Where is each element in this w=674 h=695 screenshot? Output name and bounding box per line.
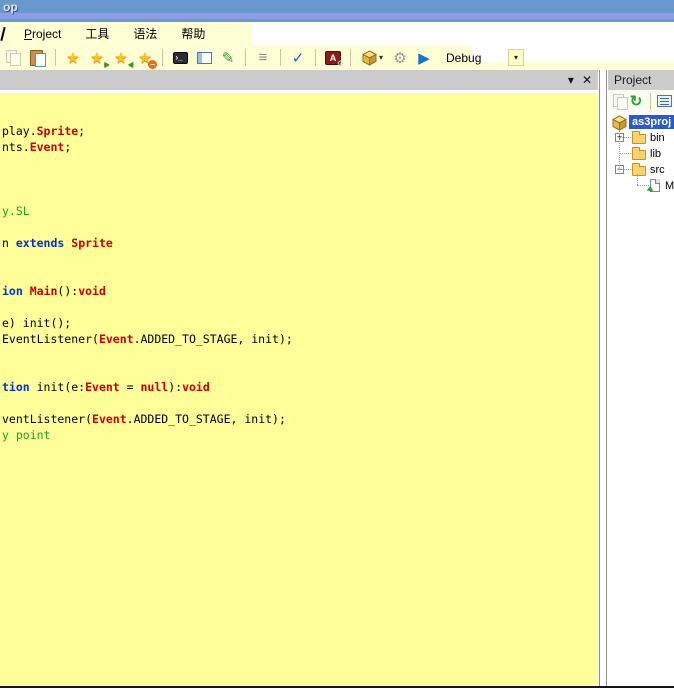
project-panel-toolbar: ↻: [608, 90, 674, 112]
tree-item-label[interactable]: bin: [650, 131, 665, 145]
code-line: play.Sprite;: [2, 124, 86, 138]
folder-icon: [632, 163, 646, 176]
tree-item-bin[interactable]: + bin: [608, 130, 674, 146]
tree-guide-line: [619, 153, 631, 154]
code-line: tion init(e:Event = null):void: [2, 380, 210, 394]
menu-item-tools[interactable]: 工具: [83, 23, 111, 44]
menu-item-help[interactable]: 帮助: [179, 23, 207, 44]
build-project-icon[interactable]: ▾: [357, 47, 387, 68]
debug-config-value[interactable]: Debug: [446, 51, 504, 65]
tree-item-src[interactable]: − src: [608, 162, 674, 178]
folder-icon: [632, 147, 646, 160]
code-line: e) init();: [2, 316, 72, 330]
toolbar-separator: [245, 49, 246, 66]
editor-menu-chevron-icon[interactable]: ▾: [568, 74, 574, 86]
tree-guide-line: [637, 185, 649, 186]
tree-guide-line: [619, 169, 631, 170]
project-tree: as3proj + bin lib − src M: [608, 114, 674, 687]
toolbar-separator: [280, 49, 281, 66]
menu-item-syntax[interactable]: 语法: [131, 23, 159, 44]
tree-guide-line: [619, 137, 631, 138]
editor-panel-header: ▾ ✕: [0, 70, 598, 90]
statusbar-strip: [0, 688, 674, 695]
settings-icon[interactable]: ⚙: [389, 47, 411, 68]
prev-bookmark-icon[interactable]: ★ ◂: [110, 47, 133, 69]
toolbar-separator: [315, 49, 316, 66]
project-panel-title: Project: [608, 70, 674, 90]
editor-close-icon[interactable]: ✕: [582, 74, 592, 86]
tree-item-as3proj[interactable]: as3proj: [608, 114, 674, 131]
layout-panels-icon[interactable]: [193, 47, 215, 68]
flash-player-icon[interactable]: A ⚙: [322, 47, 344, 68]
copy-icon[interactable]: [3, 47, 25, 68]
editor-panel: play.Sprite; nts.Event; y.SL n extends Spri…: [0, 90, 598, 686]
toolbar-separator: [55, 49, 56, 66]
toolbar-separator: [162, 49, 163, 66]
window-titlebar[interactable]: op: [0, 0, 674, 22]
tree-item-label[interactable]: lib: [650, 147, 661, 161]
tree-item-label[interactable]: M: [665, 179, 674, 193]
tree-item-label[interactable]: as3proj: [629, 115, 674, 129]
snippet-edit-icon[interactable]: ✎: [217, 47, 239, 68]
code-line: ventListener(Event.ADDED_TO_STAGE, init)…: [2, 412, 286, 426]
window-title: op: [3, 0, 18, 14]
code-line: nts.Event;: [2, 140, 72, 154]
debug-config-dropdown-icon[interactable]: ▾: [508, 49, 524, 66]
tree-item-main[interactable]: M: [608, 178, 674, 195]
project-properties-icon[interactable]: [657, 91, 673, 112]
run-icon[interactable]: ▶: [413, 47, 435, 68]
toolbar: ★ ★ ▸ ★ ◂ ★ − ›_ ✎ ≡ ✓ A ⚙ ▾ ⚙ ▶ Debug ▾: [0, 45, 674, 70]
code-line: y point: [2, 428, 51, 442]
code-line: EventListener(Event.ADDED_TO_STAGE, init…: [2, 332, 293, 346]
tree-guide-line: [619, 130, 620, 170]
app-window: op Project 工具 语法 帮助 ★ ★ ▸ ★ ◂ ★ − ›_ ✎ ≡ ✓ A ⚙ ▾ ⚙ ▶ Debug ▾…: [0, 0, 674, 695]
menu-bar: Project 工具 语法 帮助: [0, 22, 674, 45]
project-panel: Project ↻ as3proj + bin lib − src M: [608, 70, 674, 687]
panel-splitter[interactable]: [598, 70, 608, 687]
code-line: y.SL: [2, 204, 30, 218]
folder-icon: [632, 131, 646, 144]
toolbar-separator: [350, 49, 351, 66]
code-line: ion Main():void: [2, 284, 106, 298]
syntax-check-icon[interactable]: ✓: [287, 47, 309, 68]
toolbar-separator: [650, 92, 651, 110]
as-file-icon: [646, 179, 660, 195]
code-area[interactable]: play.Sprite; nts.Event; y.SL n extends Spri…: [0, 93, 598, 686]
titlebar-band: [0, 0, 674, 13]
tree-item-label[interactable]: src: [650, 163, 665, 177]
paste-icon[interactable]: [27, 47, 49, 68]
bookmark-icon[interactable]: ★: [62, 47, 84, 68]
refresh-icon[interactable]: ↻: [628, 91, 644, 112]
console-icon[interactable]: ›_: [169, 47, 191, 68]
clear-bookmarks-icon[interactable]: ★ −: [134, 47, 157, 69]
next-bookmark-icon[interactable]: ★ ▸: [86, 47, 109, 69]
tree-guide-line: [637, 174, 638, 185]
tree-item-lib[interactable]: lib: [608, 146, 674, 162]
copy-path-icon[interactable]: [610, 91, 629, 112]
code-line: n extends Sprite: [2, 236, 113, 250]
indent-icon[interactable]: ≡: [252, 47, 274, 68]
debug-config-combobox[interactable]: Debug ▾: [446, 49, 524, 66]
menu-item-project[interactable]: Project: [22, 25, 63, 43]
